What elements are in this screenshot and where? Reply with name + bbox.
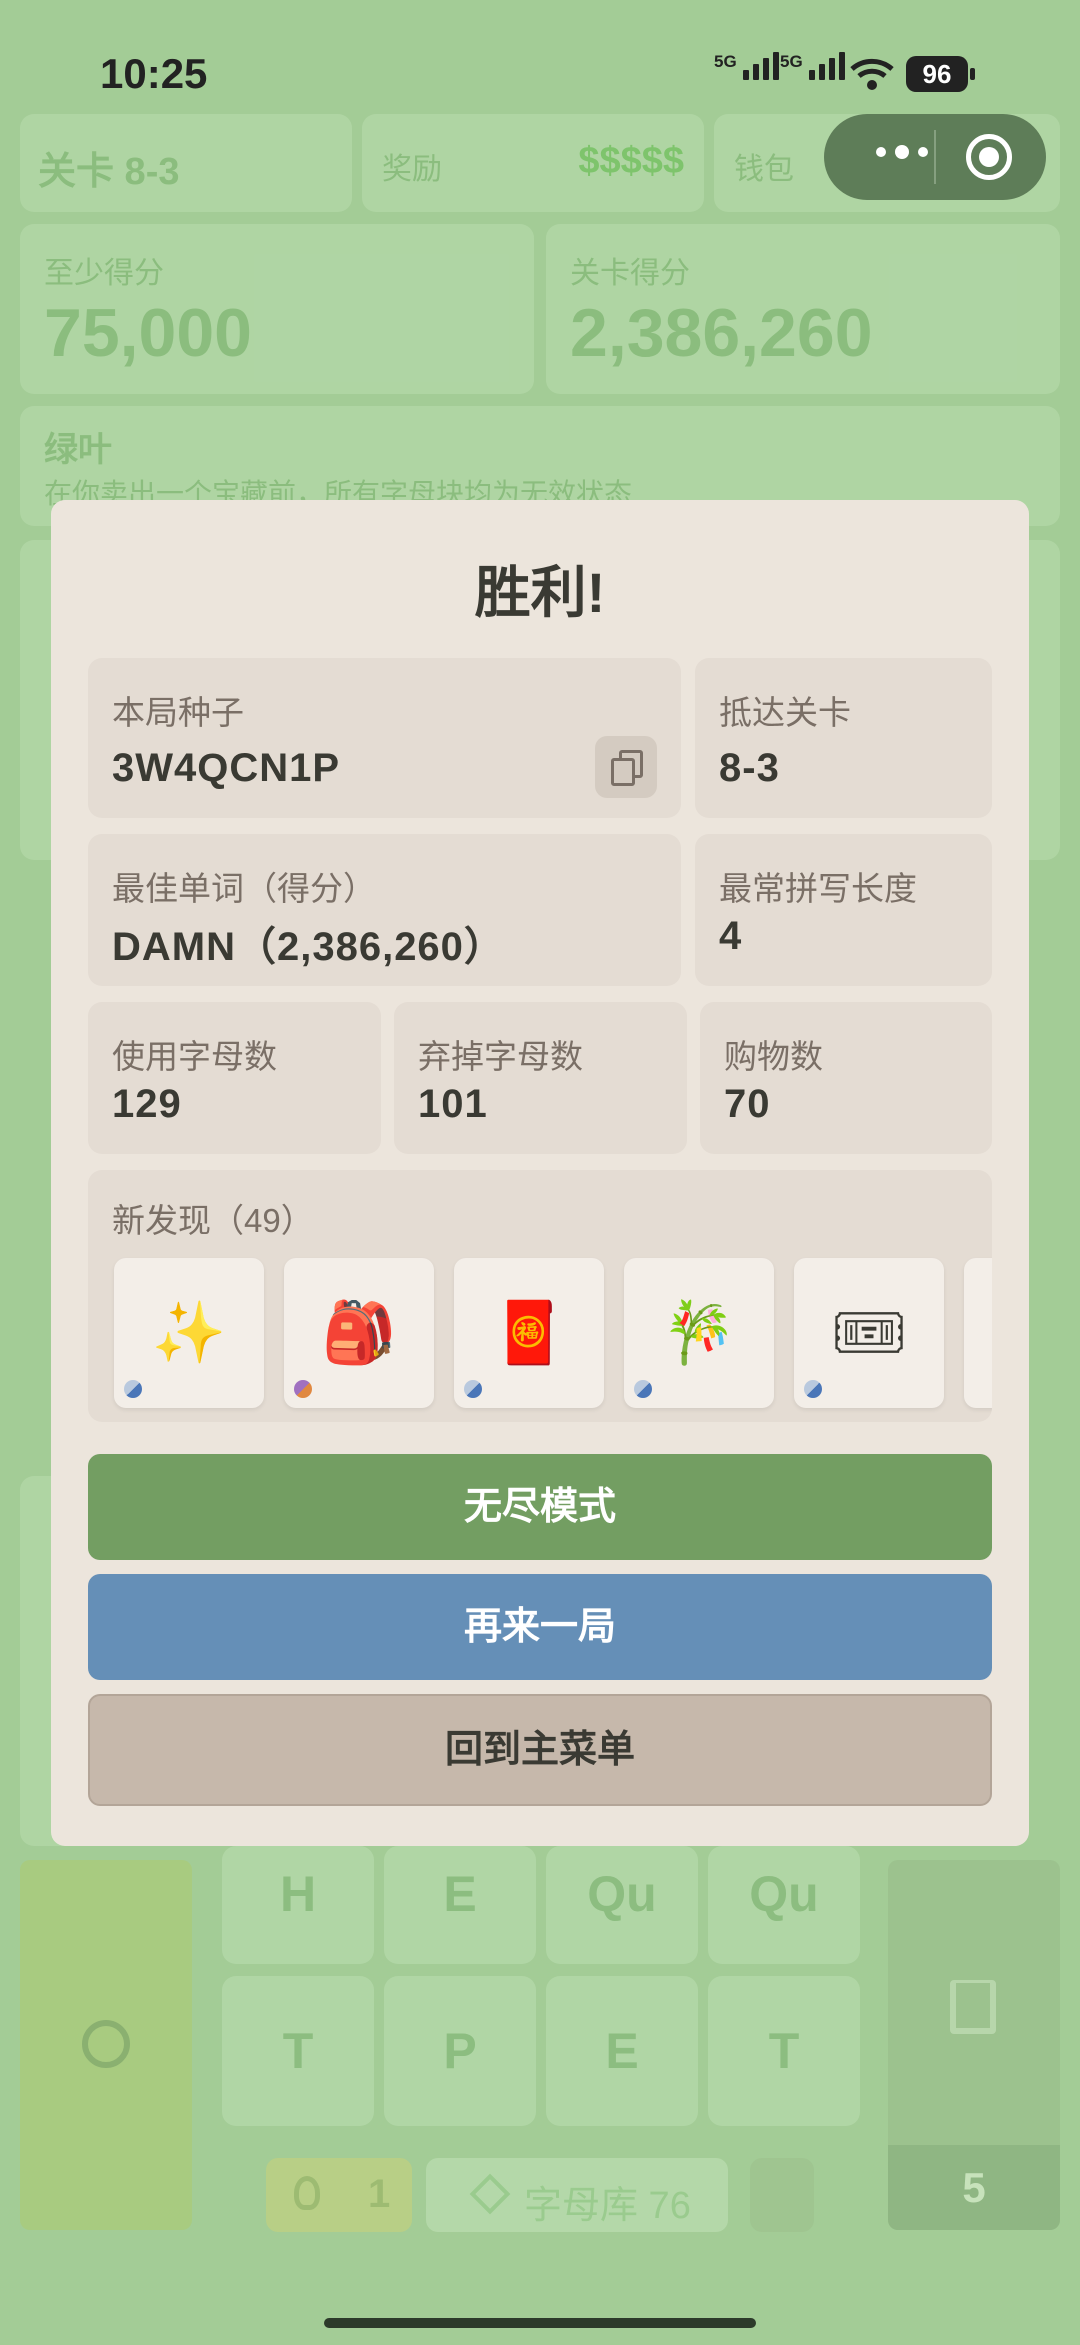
letters-used-label: 使用字母数: [112, 1038, 277, 1075]
reached-value: 8-3: [719, 746, 780, 790]
letter-tile: T: [708, 1976, 860, 2126]
endless-mode-button[interactable]: 无尽模式: [88, 1454, 992, 1560]
purchases-label: 购物数: [724, 1038, 823, 1075]
signal-icon: 5G: [714, 52, 779, 80]
letter-tile: E: [546, 1976, 698, 2126]
copy-icon[interactable]: [595, 736, 657, 798]
letter-tile: Qu: [708, 1846, 860, 1964]
more-icon[interactable]: [876, 145, 928, 159]
discovery-item[interactable]: 🎒: [284, 1258, 434, 1408]
hint-button[interactable]: 1: [266, 2158, 412, 2232]
common-length-label: 最常拼写长度: [719, 870, 917, 907]
common-length-card: 最常拼写长度 4: [695, 834, 992, 986]
discovery-item[interactable]: 🎋: [624, 1258, 774, 1408]
seed-label: 本局种子: [112, 694, 244, 731]
settings-panel[interactable]: [20, 1860, 192, 2230]
main-menu-button[interactable]: 回到主菜单: [88, 1694, 992, 1806]
wifi-icon: [850, 58, 894, 90]
reward-card: 奖励 $$$$$: [362, 114, 704, 212]
min-score-card: 至少得分 75,000: [20, 224, 534, 394]
best-word-value: DAMN（2,386,260）: [112, 925, 505, 969]
discoveries-card[interactable]: 新发现（49） ✨ 🎒 🧧 🎋 🎟: [88, 1170, 992, 1422]
seed-value: 3W4QCN1P: [112, 746, 341, 790]
letter-tile: P: [384, 1976, 536, 2126]
letters-used-card: 使用字母数 129: [88, 1002, 381, 1154]
trash-panel[interactable]: 5: [888, 1860, 1060, 2230]
discoveries-label: 新发现（49）: [112, 1202, 314, 1239]
purchases-value: 70: [724, 1082, 771, 1126]
status-time: 10:25: [100, 50, 208, 97]
hint-count: 1: [368, 2172, 391, 2216]
letter-tile: H: [222, 1846, 374, 1964]
signal-icon-2: 5G: [780, 52, 845, 80]
best-word-card: 最佳单词（得分） DAMN（2,386,260）: [88, 834, 681, 986]
discovery-item[interactable]: 🎟: [794, 1258, 944, 1408]
discard-count: 5: [888, 2145, 1060, 2230]
letter-tile: E: [384, 1846, 536, 1964]
level-score-card: 关卡得分 2,386,260: [546, 224, 1060, 394]
letters-discarded-card: 弃掉字母数 101: [394, 1002, 687, 1154]
letter-library-button[interactable]: 字母库 76: [426, 2158, 728, 2232]
bulb-icon: [294, 2176, 320, 2210]
battery-indicator: 96: [906, 56, 975, 92]
dialog-title: 胜利!: [474, 561, 606, 624]
gear-icon: [82, 2020, 130, 2068]
common-length-value: 4: [719, 914, 743, 958]
purchases-card: 购物数 70: [700, 1002, 992, 1154]
play-again-button[interactable]: 再来一局: [88, 1574, 992, 1680]
reached-label: 抵达关卡: [719, 694, 851, 731]
level-card: 关卡 8-3: [20, 114, 352, 212]
letter-tile: T: [222, 1976, 374, 2126]
discovery-item[interactable]: ✨: [114, 1258, 264, 1408]
letters-used-value: 129: [112, 1082, 182, 1126]
letters-discarded-value: 101: [418, 1082, 488, 1126]
close-target-icon[interactable]: [966, 134, 1012, 180]
bookmark-button[interactable]: [750, 2158, 814, 2232]
best-word-label: 最佳单词（得分）: [112, 870, 376, 907]
reached-level-card: 抵达关卡 8-3: [695, 658, 992, 818]
letter-tile: Qu: [546, 1846, 698, 1964]
seed-card: 本局种子 3W4QCN1P: [88, 658, 681, 818]
letters-discarded-label: 弃掉字母数: [418, 1038, 583, 1075]
layers-icon: [469, 2173, 511, 2215]
discovery-item[interactable]: [964, 1258, 992, 1408]
miniprogram-capsule[interactable]: [824, 114, 1046, 200]
trash-icon: [950, 1980, 996, 2034]
home-indicator[interactable]: [324, 2318, 756, 2328]
discovery-item[interactable]: 🧧: [454, 1258, 604, 1408]
victory-dialog: 胜利! 本局种子 3W4QCN1P 抵达关卡 8-3 最佳单词（得分） DAMN…: [51, 500, 1029, 1846]
